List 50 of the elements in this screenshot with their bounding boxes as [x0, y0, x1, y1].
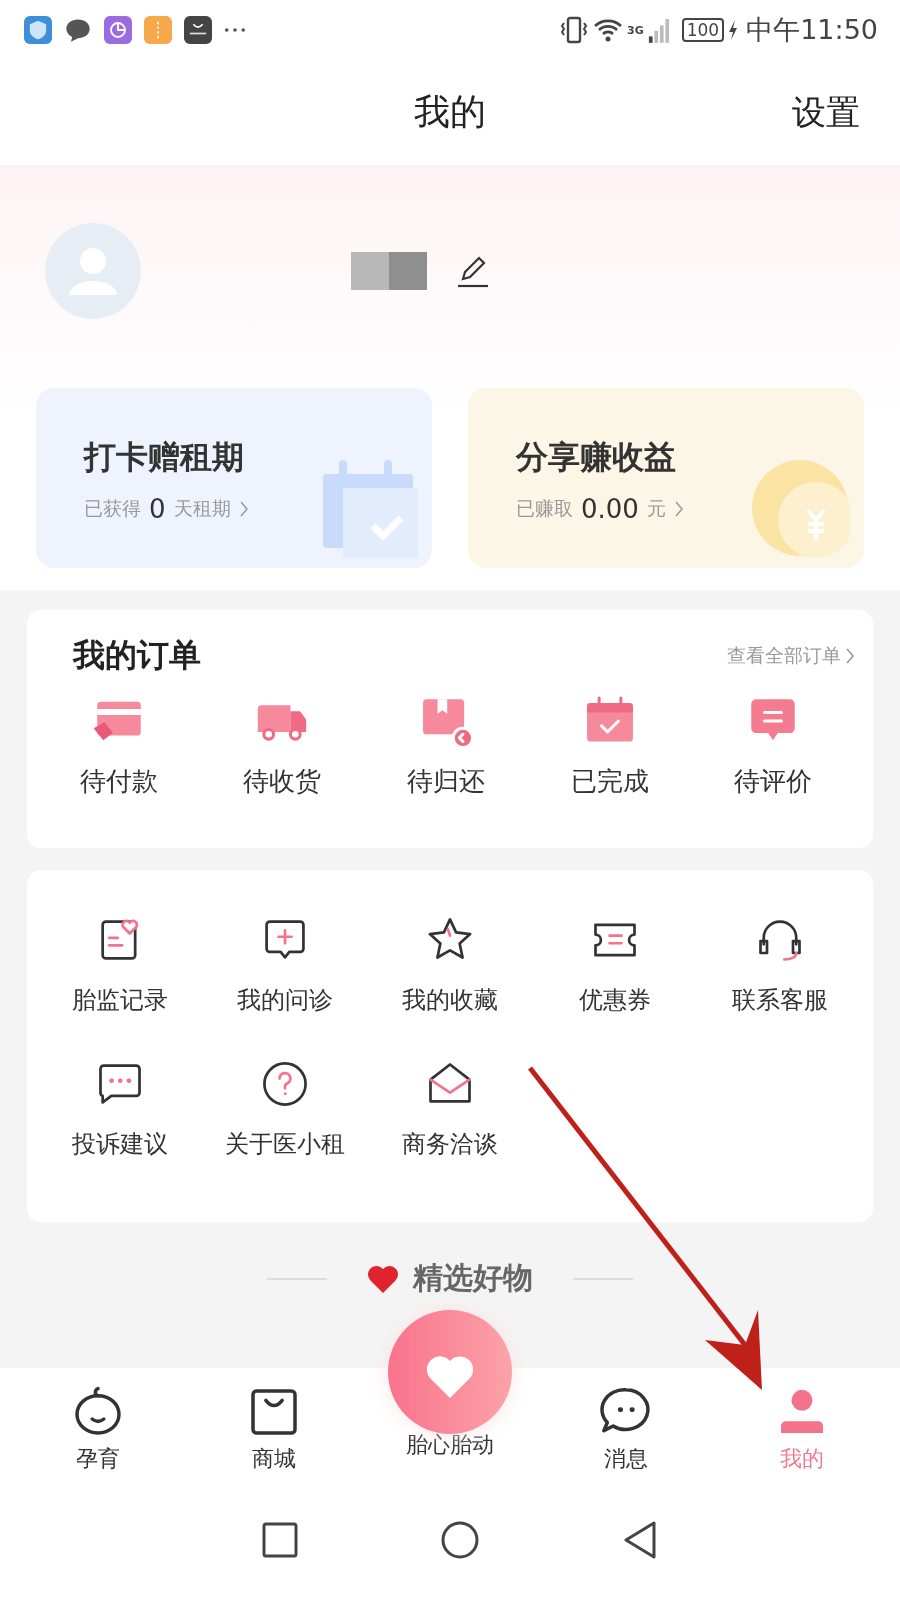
service-label[interactable]: 我的问诊	[236, 984, 333, 1016]
order-status-label[interactable]: 待收货	[243, 764, 322, 799]
service-label[interactable]: 优惠券	[579, 984, 652, 1016]
card-title: 打卡赠租期	[84, 437, 245, 478]
service-label[interactable]: 商务洽谈	[402, 1128, 498, 1160]
section-title: 精选好物	[413, 1259, 533, 1297]
shield-app-icon	[24, 16, 52, 44]
network-type: 3G	[627, 24, 644, 37]
chevron-icon	[238, 500, 249, 518]
order-status-label[interactable]: 待付款	[79, 764, 158, 799]
card-label: 已获得	[84, 496, 141, 521]
order-status-label[interactable]: 待评价	[734, 764, 813, 799]
section-title: 我的订单	[73, 635, 201, 676]
tab-bar-item[interactable]: 商城	[186, 1368, 362, 1490]
earnings-card[interactable]: 分享赚收益 已赚取 0.00 元	[468, 388, 864, 568]
card-value: 0.00	[581, 494, 639, 524]
card-unit: 天租期	[173, 496, 231, 521]
service-label[interactable]: 联系客服	[732, 984, 829, 1016]
settings-button[interactable]: 设置	[792, 89, 860, 136]
service-label[interactable]: 我的收藏	[402, 984, 498, 1016]
home-button[interactable]	[440, 1520, 480, 1560]
store-app-icon	[184, 16, 212, 44]
signal-icon	[647, 16, 670, 44]
page-title: 我的	[414, 90, 486, 134]
chevron-icon	[673, 500, 684, 518]
service-label[interactable]: 关于医小租	[224, 1128, 345, 1160]
tab-bar-item[interactable]: 孕育	[10, 1368, 186, 1490]
vibrate-icon	[559, 15, 590, 45]
chevron-icon	[845, 647, 855, 665]
service-label[interactable]: 投诉建议	[71, 1128, 168, 1160]
chart-app-icon	[104, 16, 132, 44]
checkin-card[interactable]: 打卡赠租期 已获得 0 天租期	[36, 388, 432, 568]
card-title: 分享赚收益	[516, 437, 677, 478]
more-icon	[224, 27, 246, 33]
status-time: 中午11:50	[746, 13, 878, 47]
heart-icon	[367, 1263, 399, 1294]
tab-bar-item[interactable]: 消息	[538, 1368, 714, 1490]
recent-apps-button[interactable]	[260, 1520, 300, 1560]
card-unit: 元	[646, 496, 666, 521]
card-label: 已赚取	[516, 496, 573, 521]
coin-icon	[750, 458, 850, 558]
battery-level: 100	[681, 18, 725, 42]
service-label[interactable]: 胎监记录	[71, 984, 168, 1016]
order-status-label[interactable]: 待归还	[407, 764, 485, 799]
card-value: 0	[149, 494, 166, 524]
tab-bar-label[interactable]: 胎心胎动	[406, 1430, 494, 1460]
order-status-label[interactable]: 已完成	[570, 764, 649, 799]
notes-app-icon	[144, 16, 172, 44]
heart-button[interactable]	[388, 1310, 512, 1434]
charging-icon	[728, 19, 739, 41]
